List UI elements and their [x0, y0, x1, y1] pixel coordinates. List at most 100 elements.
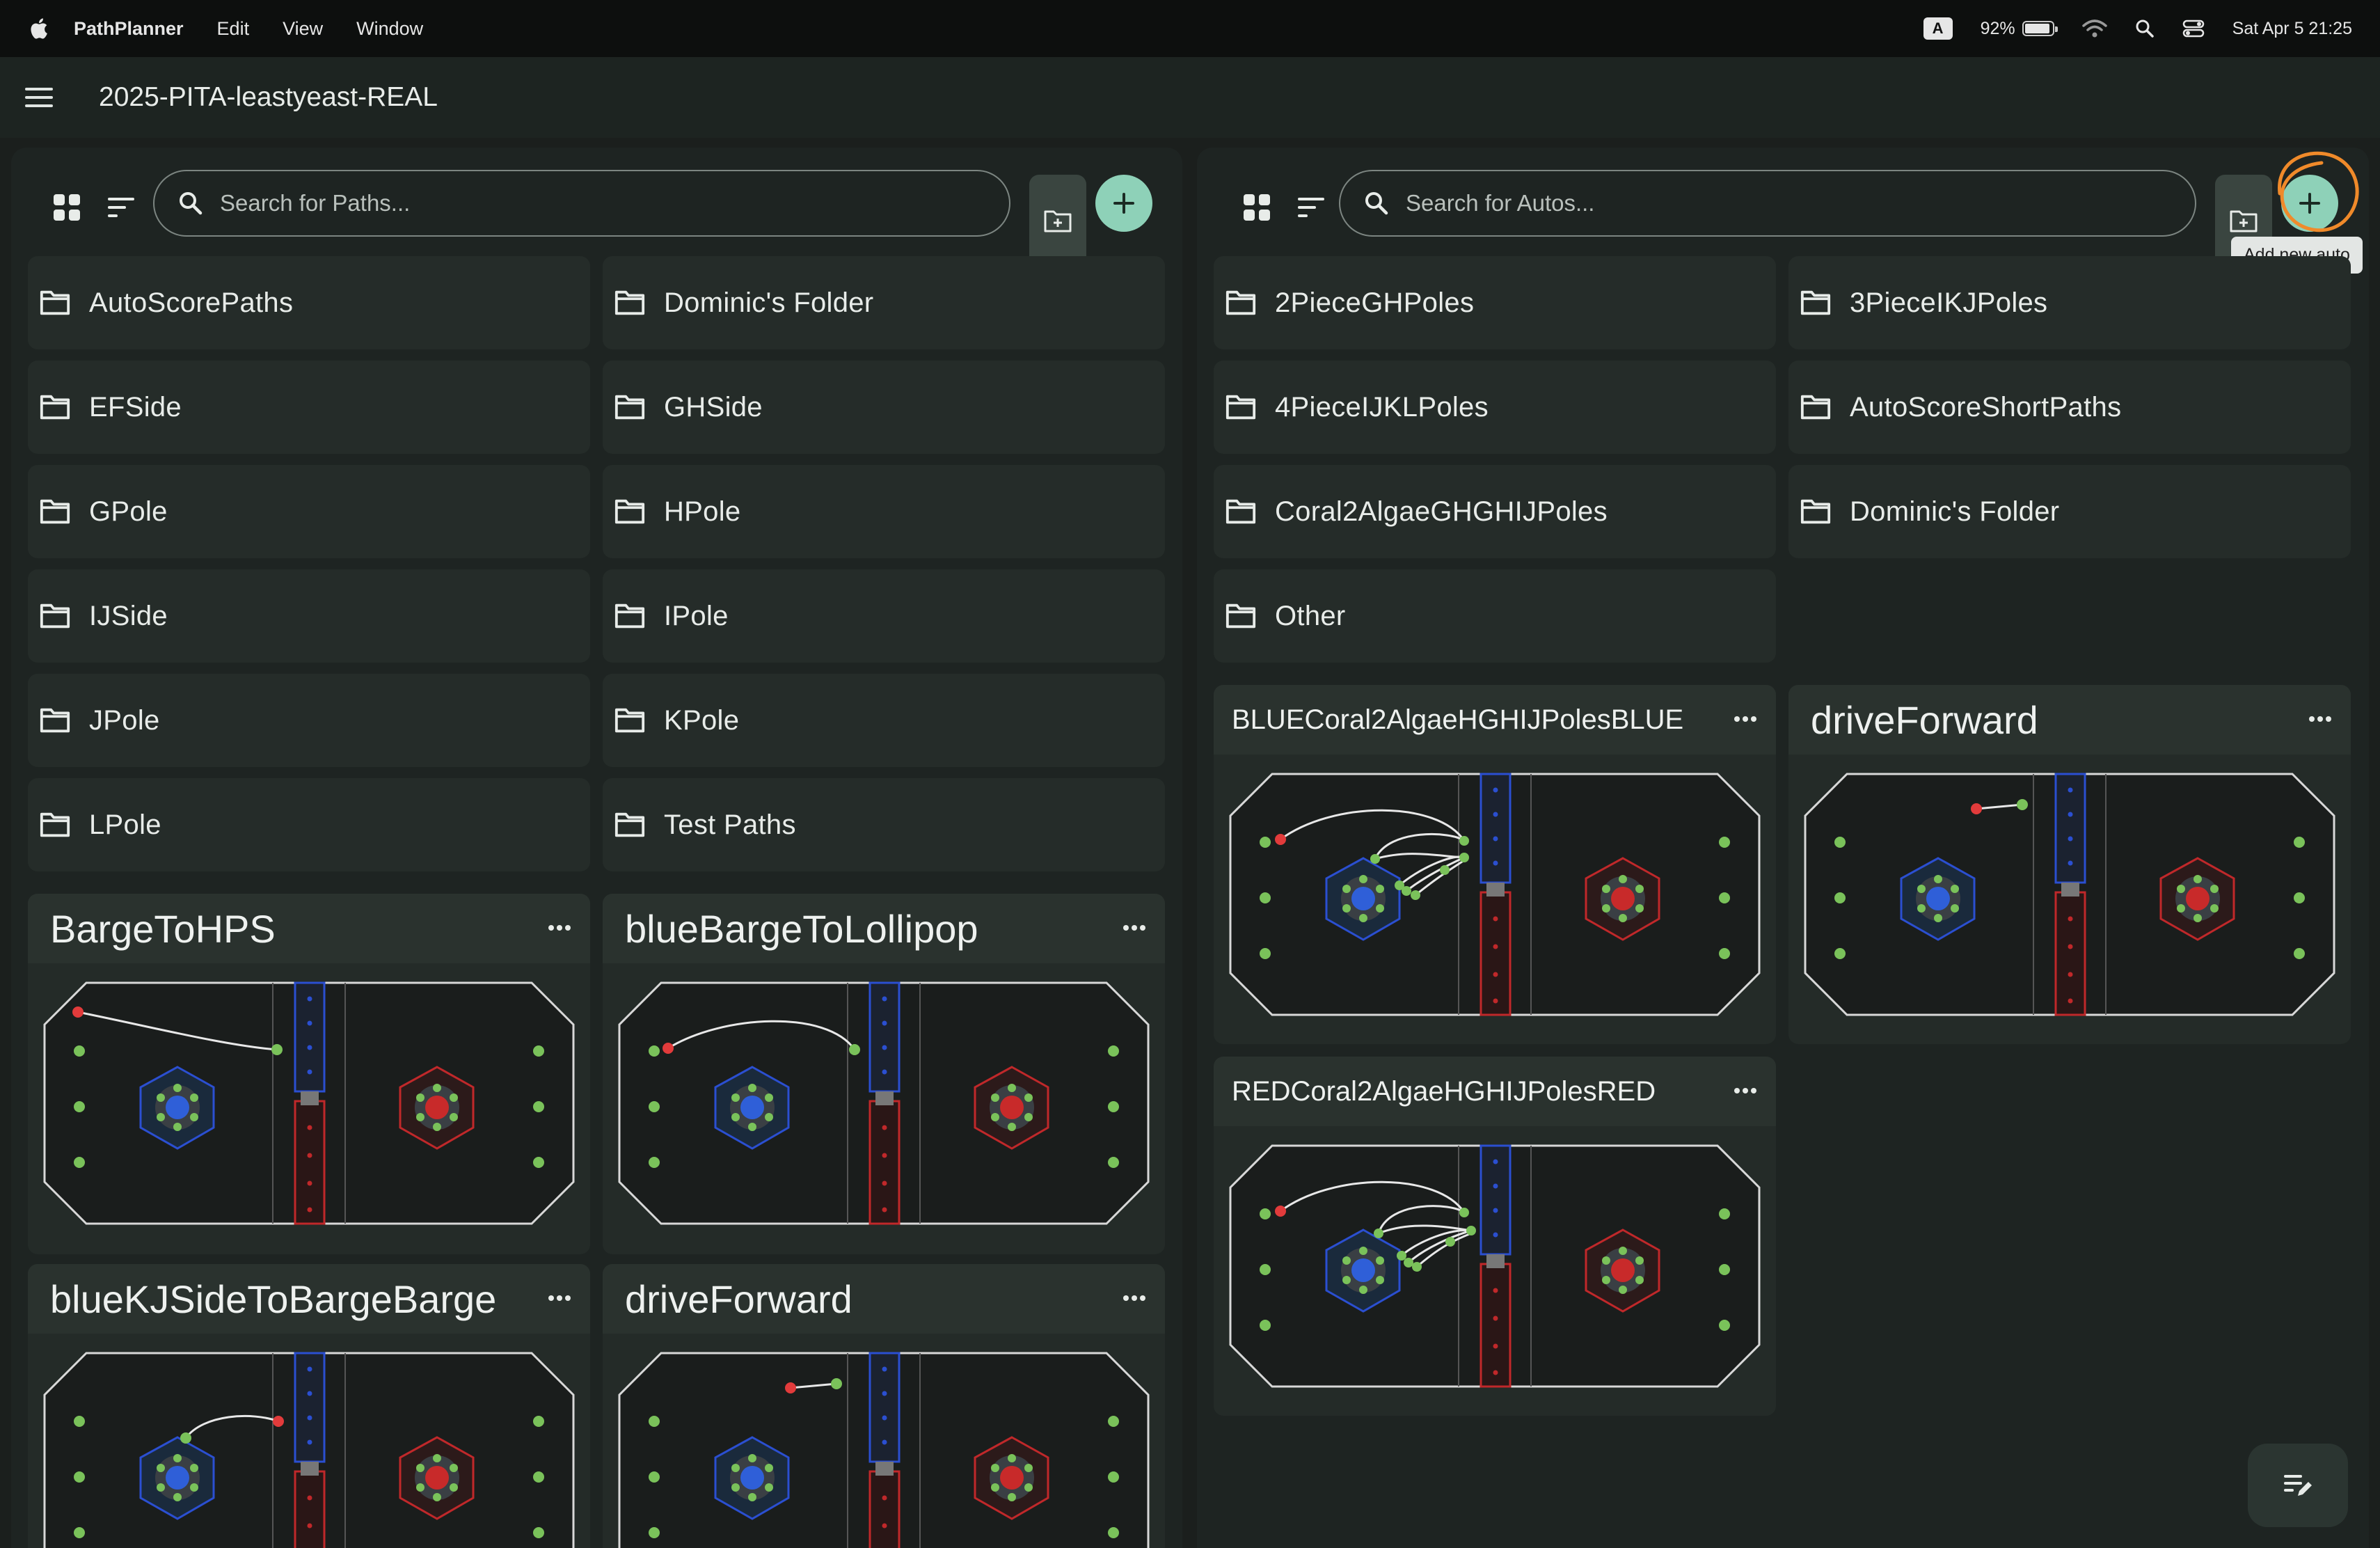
- path-folder[interactable]: AutoScorePaths: [28, 256, 590, 349]
- path-start-point: [1971, 803, 1982, 814]
- path-name: blueBargeToLollipop: [625, 906, 978, 951]
- folder-name: Dominic's Folder: [664, 287, 874, 318]
- paths-panel: Search for Paths... AutoScorePaths Domin…: [11, 148, 1182, 1548]
- folder-name: Other: [1275, 600, 1346, 631]
- autos-search-input[interactable]: Search for Autos...: [1339, 170, 2196, 237]
- folder-name: JPole: [89, 704, 160, 736]
- path-name: blueKJSideToBargeBarge: [50, 1277, 497, 1321]
- field-preview: [618, 1352, 1150, 1548]
- app-bar: 2025-PITA-leastyeast-REAL: [0, 57, 2380, 138]
- path-card[interactable]: driveForward: [603, 1264, 1165, 1548]
- path-folder[interactable]: KPole: [603, 674, 1165, 767]
- auto-folder[interactable]: AutoScoreShortPaths: [1788, 361, 2351, 454]
- add-new-auto-button[interactable]: [2281, 175, 2338, 232]
- more-options-icon[interactable]: [544, 1288, 575, 1309]
- path-card-header: blueKJSideToBargeBarge: [28, 1264, 590, 1334]
- folder-icon: [1800, 498, 1832, 526]
- auto-card[interactable]: driveForward: [1788, 685, 2351, 1044]
- folder-name: 3PieceIKJPoles: [1850, 287, 2048, 318]
- folder-icon: [614, 811, 646, 839]
- menu-app-name[interactable]: PathPlanner: [74, 18, 184, 40]
- path-start-point: [785, 1382, 796, 1393]
- more-options-icon[interactable]: [2305, 709, 2335, 729]
- path-folder[interactable]: IJSide: [28, 569, 590, 663]
- grid-view-icon[interactable]: [46, 187, 88, 228]
- folder-icon: [614, 602, 646, 630]
- auto-card-header: REDCoral2AlgaeHGHIJPolesRED: [1214, 1057, 1776, 1126]
- new-folder-icon: [1044, 210, 1072, 232]
- more-options-icon[interactable]: [1730, 709, 1761, 729]
- path-folder[interactable]: JPole: [28, 674, 590, 767]
- add-icon: [1113, 193, 1134, 214]
- path-folder[interactable]: LPole: [28, 778, 590, 871]
- menu-window[interactable]: Window: [356, 18, 423, 40]
- folder-icon: [39, 498, 71, 526]
- path-card[interactable]: blueKJSideToBargeBarge: [28, 1264, 590, 1548]
- path-folder[interactable]: GPole: [28, 465, 590, 558]
- folder-icon: [39, 602, 71, 630]
- menu-edit[interactable]: Edit: [217, 18, 250, 40]
- more-options-icon[interactable]: [1119, 917, 1150, 938]
- auto-card[interactable]: BLUECoral2AlgaeHGHIJPolesBLUE: [1214, 685, 1776, 1044]
- control-center-icon[interactable]: [2182, 19, 2205, 38]
- path-folder[interactable]: Test Paths: [603, 778, 1165, 871]
- sort-icon[interactable]: [1290, 187, 1332, 228]
- folder-icon: [39, 811, 71, 839]
- auto-folder[interactable]: Other: [1214, 569, 1776, 663]
- hamburger-menu-icon[interactable]: [25, 84, 53, 111]
- auto-folder[interactable]: Dominic's Folder: [1788, 465, 2351, 558]
- folder-icon: [614, 498, 646, 526]
- menu-view[interactable]: View: [283, 18, 323, 40]
- folder-icon: [1225, 393, 1257, 421]
- path-end-point: [273, 1416, 284, 1427]
- more-options-icon[interactable]: [1730, 1080, 1761, 1101]
- auto-folder[interactable]: 3PieceIKJPoles: [1788, 256, 2351, 349]
- field-preview: [1229, 773, 1761, 1016]
- folder-icon: [614, 393, 646, 421]
- more-options-icon[interactable]: [1119, 1288, 1150, 1309]
- battery-icon: [2022, 21, 2058, 36]
- folder-icon: [39, 289, 71, 317]
- paths-search-input[interactable]: Search for Paths...: [153, 170, 1010, 237]
- grid-view-icon[interactable]: [1236, 187, 1278, 228]
- edit-notes-button[interactable]: [2248, 1444, 2348, 1527]
- battery-percentage: 92%: [1980, 18, 2015, 38]
- folder-icon: [39, 706, 71, 734]
- wifi-icon[interactable]: [2081, 19, 2107, 38]
- folder-icon: [39, 393, 71, 421]
- more-options-icon[interactable]: [544, 917, 575, 938]
- autos-panel: Search for Autos... Add new auto 2PieceG…: [1197, 148, 2369, 1548]
- new-folder-icon: [2230, 210, 2258, 232]
- folder-name: AutoScorePaths: [89, 287, 294, 318]
- path-folder[interactable]: EFSide: [28, 361, 590, 454]
- path-name: driveForward: [625, 1277, 852, 1321]
- field-preview: [1229, 1144, 1761, 1388]
- path-folder[interactable]: Dominic's Folder: [603, 256, 1165, 349]
- spotlight-search-icon[interactable]: [2135, 19, 2155, 38]
- auto-card[interactable]: REDCoral2AlgaeHGHIJPolesRED: [1214, 1057, 1776, 1416]
- battery-status[interactable]: 92%: [1980, 18, 2058, 39]
- edit-notes-icon: [2284, 1475, 2312, 1496]
- auto-folder[interactable]: Coral2AlgaeGHGHIJPoles: [1214, 465, 1776, 558]
- apple-icon[interactable]: [28, 17, 49, 40]
- path-folder[interactable]: IPole: [603, 569, 1165, 663]
- folder-name: EFSide: [89, 391, 182, 422]
- new-path-folder-button[interactable]: [1029, 175, 1086, 268]
- field-preview: [618, 981, 1150, 1225]
- path-end-point: [2017, 799, 2028, 810]
- folder-name: LPole: [89, 809, 161, 840]
- folder-name: KPole: [664, 704, 740, 736]
- add-new-path-button[interactable]: [1095, 175, 1152, 232]
- auto-folder[interactable]: 2PieceGHPoles: [1214, 256, 1776, 349]
- sort-icon[interactable]: [100, 187, 142, 228]
- path-card[interactable]: blueBargeToLollipop: [603, 894, 1165, 1254]
- path-folder[interactable]: GHSide: [603, 361, 1165, 454]
- menubar-clock[interactable]: Sat Apr 5 21:25: [2232, 19, 2352, 39]
- path-end-point: [831, 1378, 842, 1389]
- path-folder[interactable]: HPole: [603, 465, 1165, 558]
- path-start-point: [72, 1006, 84, 1018]
- path-card-header: driveForward: [603, 1264, 1165, 1334]
- auto-folder[interactable]: 4PieceIJKLPoles: [1214, 361, 1776, 454]
- input-source-indicator[interactable]: A: [1923, 17, 1953, 40]
- path-card[interactable]: BargeToHPS: [28, 894, 590, 1254]
